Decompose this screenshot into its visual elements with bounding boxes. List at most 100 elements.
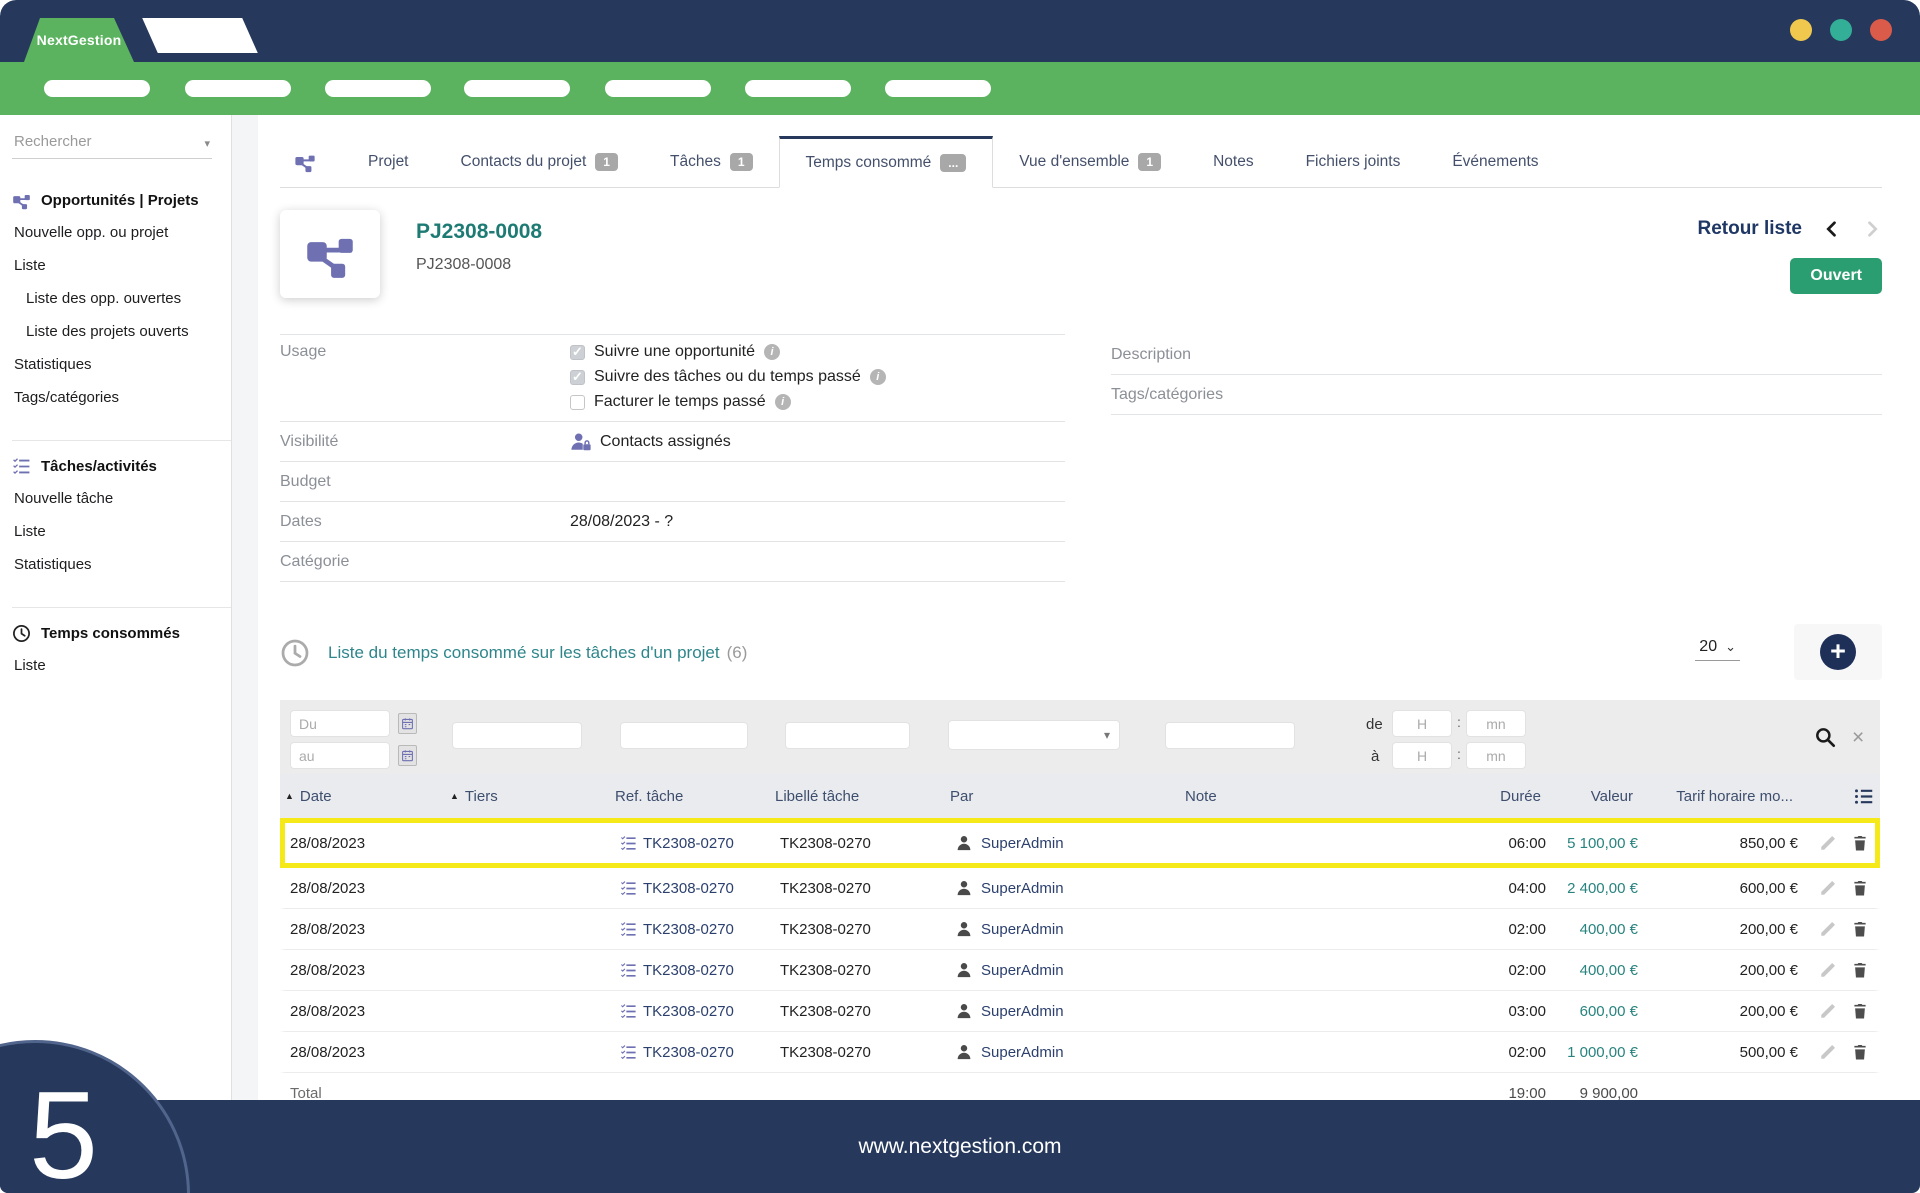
add-time-entry-button[interactable]: + [1794,624,1882,680]
tab-notes[interactable]: Notes [1187,136,1280,188]
delete-icon[interactable] [1851,1002,1869,1020]
user-link[interactable]: SuperAdmin [955,879,1064,897]
sidebar-item-liste-projets-ouverts[interactable]: Liste des projets ouverts [26,323,231,340]
user-link[interactable]: SuperAdmin [955,961,1064,979]
page-size-select[interactable]: 20 ⌄ [1695,636,1740,661]
info-icon: i [869,369,886,385]
delete-icon[interactable] [1851,920,1869,938]
sidebar-title-opportunites[interactable]: Opportunités | Projets [12,191,231,210]
user-name: SuperAdmin [981,1002,1064,1020]
user-link[interactable]: SuperAdmin [955,920,1064,938]
sidebar-item-statistiques-taches[interactable]: Statistiques [14,556,231,573]
column-header-par[interactable]: Par [945,788,1180,805]
column-header-valeur[interactable]: Valeur [1545,788,1637,805]
filter-hour-to-input[interactable] [1392,742,1452,769]
table-row: 28/08/2023 TK2308-0270 TK2308-0270 Super… [280,909,1880,950]
delete-icon[interactable] [1851,961,1869,979]
column-header-ref-tache[interactable]: Ref. tâche [610,788,770,805]
value-link[interactable]: 5 100,00 € [1567,835,1638,852]
column-header-note[interactable]: Note [1180,788,1445,805]
column-label: Ref. tâche [615,787,684,805]
clear-filters-icon[interactable]: × [1852,727,1864,748]
sidebar-item-tags-categories[interactable]: Tags/catégories [14,389,231,406]
user-link[interactable]: SuperAdmin [955,1043,1064,1061]
calendar-icon[interactable] [398,713,417,734]
sidebar-item-liste-opp-ouvertes[interactable]: Liste des opp. ouvertes [26,290,231,307]
calendar-icon[interactable] [398,745,417,766]
checkbox-checked[interactable] [570,369,585,385]
filter-date-to-input[interactable] [290,742,390,769]
sidebar-item-nouvelle-tache[interactable]: Nouvelle tâche [14,490,231,507]
sidebar-item-liste-temps[interactable]: Liste [14,657,231,674]
task-ref-link[interactable]: TK2308-0270 [620,1003,734,1020]
column-config-button[interactable] [1797,786,1880,807]
tab-temps-consomme[interactable]: Temps consommé... [778,136,994,188]
footer-url[interactable]: www.nextgestion.com [858,1135,1061,1159]
filter-minute-to-input[interactable] [1466,742,1526,769]
filter-hour-from-input[interactable] [1392,710,1452,737]
status-open-button[interactable]: Ouvert [1790,258,1882,294]
filter-minute-from-input[interactable] [1466,710,1526,737]
task-ref-link[interactable]: TK2308-0270 [620,835,734,852]
value-link[interactable]: 1 000,00 € [1567,1044,1638,1061]
column-header-tarif[interactable]: Tarif horaire mo... [1637,788,1797,805]
task-ref-link[interactable]: TK2308-0270 [620,962,734,979]
tab-projet[interactable]: Projet [342,136,435,188]
edit-icon[interactable] [1819,920,1837,938]
value-link[interactable]: 600,00 € [1580,1003,1638,1020]
delete-icon[interactable] [1851,834,1869,852]
tab-fichiers-joints[interactable]: Fichiers joints [1280,136,1427,188]
checkbox-checked[interactable] [570,344,585,360]
edit-icon[interactable] [1819,834,1837,852]
field-label: Visibilité [280,432,339,450]
nav-pill-placeholder [44,80,150,97]
tab-label: Notes [1213,153,1254,170]
filter-date-from-input[interactable] [290,710,390,737]
edit-icon[interactable] [1819,961,1837,979]
delete-icon[interactable] [1851,879,1869,897]
value-link[interactable]: 400,00 € [1580,921,1638,938]
filter-par-select[interactable]: ▾ [948,720,1120,750]
tab-contacts-du-projet[interactable]: Contacts du projet 1 [435,136,644,188]
edit-icon[interactable] [1819,1043,1837,1061]
search-icon[interactable] [1814,726,1836,748]
task-ref-link[interactable]: TK2308-0270 [620,880,734,897]
user-link[interactable]: SuperAdmin [955,1002,1064,1020]
delete-icon[interactable] [1851,1043,1869,1061]
sidebar-title-taches[interactable]: Tâches/activités [12,457,231,476]
task-ref-link[interactable]: TK2308-0270 [620,921,734,938]
filter-note-input[interactable] [1165,722,1295,749]
chevron-down-icon[interactable]: ▾ [204,137,210,150]
tab-vue-densemble[interactable]: Vue d'ensemble 1 [993,136,1187,188]
filter-tiers-input[interactable] [452,722,582,749]
user-link[interactable]: SuperAdmin [955,834,1064,852]
return-list-link[interactable]: Retour liste [1697,218,1802,240]
filter-libelle-input[interactable] [785,722,910,749]
tab-evenements[interactable]: Événements [1426,136,1564,188]
tab-taches[interactable]: Tâches 1 [644,136,779,188]
task-ref-link[interactable]: TK2308-0270 [620,1044,734,1061]
sidebar-item-liste-taches[interactable]: Liste [14,523,231,540]
sidebar-title-temps[interactable]: Temps consommés [12,624,231,643]
edit-icon[interactable] [1819,1002,1837,1020]
column-header-date[interactable]: ▲ Date [280,788,445,805]
filter-ref-tache-input[interactable] [620,722,748,749]
chevron-right-icon[interactable] [1862,219,1882,239]
sidebar-item-liste-opp[interactable]: Liste [14,257,231,274]
total-duree: 19:00 [1508,1084,1546,1102]
value-link[interactable]: 400,00 € [1580,962,1638,979]
column-header-libelle-tache[interactable]: Libellé tâche [770,788,945,805]
app-window: NextGestion ▾ Opportunités | [0,0,1920,1193]
sidebar-item-statistiques-opp[interactable]: Statistiques [14,356,231,373]
search-input[interactable] [12,125,212,158]
chevron-left-icon[interactable] [1822,219,1842,239]
user-name: SuperAdmin [981,1043,1064,1061]
value-link[interactable]: 2 400,00 € [1567,880,1638,897]
checkbox-unchecked[interactable] [570,394,585,410]
column-header-duree[interactable]: Durée [1445,788,1545,805]
sidebar-title-label: Temps consommés [41,625,180,642]
task-ref-label: TK2308-0270 [643,1002,734,1020]
column-header-tiers[interactable]: ▲ Tiers [445,788,610,805]
edit-icon[interactable] [1819,879,1837,897]
sidebar-item-nouvelle-opp[interactable]: Nouvelle opp. ou projet [14,224,231,241]
